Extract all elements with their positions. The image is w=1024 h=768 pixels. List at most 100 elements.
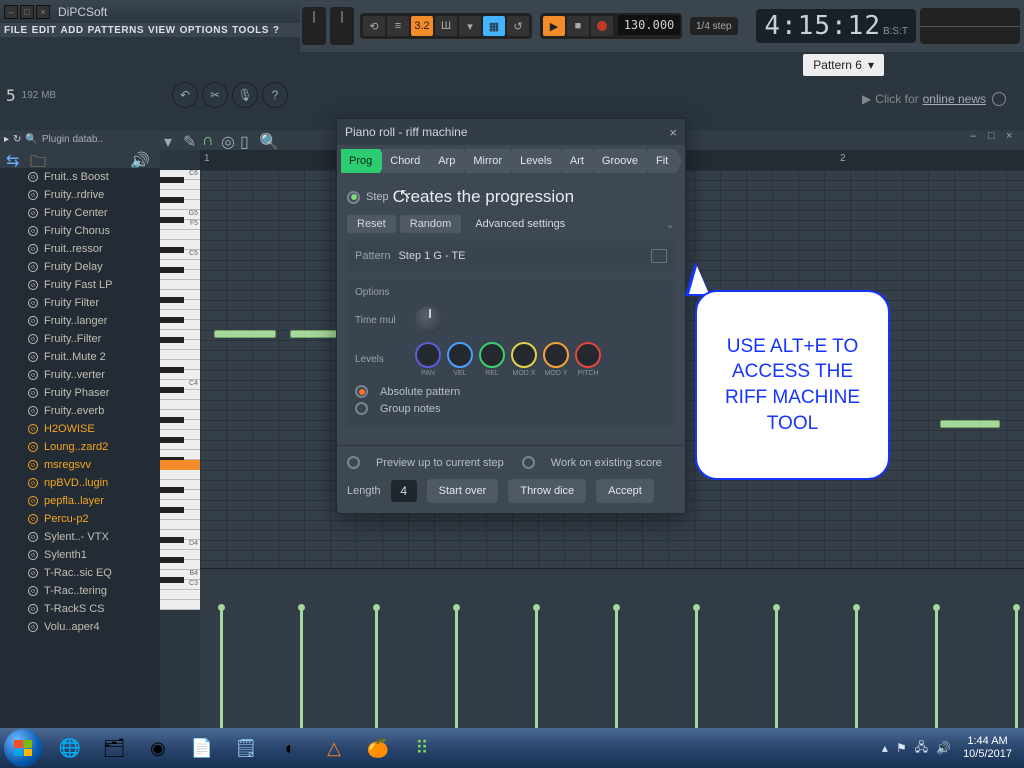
level-knob-rel[interactable]: REL: [479, 342, 505, 377]
proll-tool-stamp[interactable]: ◎: [221, 132, 237, 148]
pat-button[interactable]: ⟲: [363, 16, 385, 36]
length-value[interactable]: 4: [391, 480, 417, 502]
piano-key[interactable]: [160, 370, 200, 380]
velocity-bar[interactable]: [935, 608, 938, 728]
step-button[interactable]: ▦: [483, 16, 505, 36]
note[interactable]: [940, 420, 1000, 428]
proll-maximize[interactable]: □: [988, 130, 1002, 144]
tab-arp[interactable]: Arp: [430, 149, 463, 173]
dialog-close-button[interactable]: ×: [669, 125, 677, 140]
tempo-display[interactable]: 130.000: [618, 15, 680, 35]
browser-item[interactable]: Fruit..Mute 2: [0, 348, 160, 366]
preview-radio[interactable]: [347, 456, 360, 469]
start-button[interactable]: [4, 729, 42, 767]
taskbar-torrent[interactable]: ◐: [270, 733, 310, 763]
random-button[interactable]: Random: [400, 215, 462, 233]
piano-key[interactable]: [160, 510, 200, 520]
proll-tool-select[interactable]: ▯: [240, 132, 256, 148]
piano-key[interactable]: D4: [160, 540, 200, 550]
browser-item[interactable]: pepfla..layer: [0, 492, 160, 510]
piano-key[interactable]: [160, 490, 200, 500]
taskbar-vlc[interactable]: △: [314, 733, 354, 763]
cut-button[interactable]: ✂: [202, 82, 228, 108]
tab-art[interactable]: Art: [562, 149, 592, 173]
taskbar-chrome[interactable]: ◉: [138, 733, 178, 763]
reset-button[interactable]: Reset: [347, 215, 396, 233]
countdown-button[interactable]: Ш: [435, 16, 457, 36]
level-knob-pitch[interactable]: PITCH: [575, 342, 601, 377]
browser-item[interactable]: Fruity Phaser: [0, 384, 160, 402]
velocity-lane[interactable]: [200, 568, 1024, 728]
tab-groove[interactable]: Groove: [594, 149, 646, 173]
help-button[interactable]: ?: [262, 82, 288, 108]
advanced-link[interactable]: Advanced settings: [465, 215, 575, 233]
browser-item[interactable]: Fruity..verter: [0, 366, 160, 384]
piano-key[interactable]: [160, 280, 200, 290]
browser-item[interactable]: Fruity Chorus: [0, 222, 160, 240]
taskbar-pdf[interactable]: 📄: [182, 733, 222, 763]
browser-item[interactable]: Fruity Filter: [0, 294, 160, 312]
browser-item[interactable]: Fruity..rdrive: [0, 186, 160, 204]
piano-key[interactable]: [160, 440, 200, 450]
work-radio[interactable]: [522, 456, 535, 469]
tray-volume-icon[interactable]: 🔊: [936, 741, 951, 755]
browser-item[interactable]: Fruity..langer: [0, 312, 160, 330]
browser-item[interactable]: Volu..aper4: [0, 618, 160, 636]
tray-network-icon[interactable]: 🖧: [915, 738, 928, 759]
time-mul-knob[interactable]: [415, 306, 443, 334]
loop-button[interactable]: ↺: [507, 16, 529, 36]
mic-button[interactable]: 🎙: [232, 82, 258, 108]
piano-key[interactable]: [160, 350, 200, 360]
news-bar[interactable]: ▶ Click for online news: [852, 88, 1016, 110]
menu-edit[interactable]: EDIT: [32, 25, 57, 36]
start-over-button[interactable]: Start over: [427, 479, 499, 503]
minimize-button[interactable]: –: [4, 5, 18, 19]
tray-up-icon[interactable]: ▴: [882, 741, 888, 755]
velocity-bar[interactable]: [535, 608, 538, 728]
piano-key[interactable]: [160, 300, 200, 310]
browser-item[interactable]: Fruity Center: [0, 204, 160, 222]
maximize-button[interactable]: □: [20, 5, 34, 19]
browser-item[interactable]: Fruity..everb: [0, 402, 160, 420]
velocity-bar[interactable]: [300, 608, 303, 728]
piano-key[interactable]: [160, 520, 200, 530]
news-link[interactable]: online news: [923, 92, 986, 106]
time-counter[interactable]: 4:15 :12 B:S:T: [756, 9, 916, 43]
taskbar-notes[interactable]: 🗒: [226, 733, 266, 763]
piano-key[interactable]: F5: [160, 220, 200, 230]
piano-key[interactable]: [160, 200, 200, 210]
proll-tool-zoom[interactable]: 🔍: [259, 132, 275, 148]
group-radio[interactable]: [355, 402, 368, 415]
tab-levels[interactable]: Levels: [512, 149, 560, 173]
piano-key[interactable]: [160, 400, 200, 410]
piano-key[interactable]: [160, 320, 200, 330]
play-button[interactable]: ▶: [543, 16, 565, 36]
refresh-icon[interactable]: ↻: [13, 134, 21, 145]
tab-prog[interactable]: Prog: [341, 149, 380, 173]
browser-item[interactable]: Loung..zard2: [0, 438, 160, 456]
velocity-bar[interactable]: [1015, 608, 1018, 728]
metronome-button[interactable]: 3.2: [411, 16, 433, 36]
taskbar-explorer[interactable]: 🗂: [94, 733, 134, 763]
proll-menu-icon[interactable]: ▾: [164, 132, 180, 148]
tab-fit[interactable]: Fit: [648, 149, 676, 173]
piano-key[interactable]: [160, 180, 200, 190]
proll-close[interactable]: ×: [1006, 130, 1020, 144]
piano-keys[interactable]: C6G5F5C5C4D4B4C3: [160, 170, 200, 568]
step-radio[interactable]: [347, 191, 360, 204]
piano-key[interactable]: [160, 420, 200, 430]
velocity-bar[interactable]: [855, 608, 858, 728]
browser-tab-folder[interactable]: 🗀: [30, 151, 48, 165]
piano-key[interactable]: [160, 230, 200, 240]
level-knob-pan[interactable]: PAN: [415, 342, 441, 377]
pattern-value[interactable]: Step 1 G - TE: [398, 250, 465, 262]
collapse-icon[interactable]: ⌄: [666, 218, 675, 231]
browser-list[interactable]: Fruit..s BoostFruity..rdriveFruity Cente…: [0, 168, 160, 728]
clock[interactable]: 1:44 AM 10/5/2017: [963, 735, 1012, 761]
throw-dice-button[interactable]: Throw dice: [508, 479, 586, 503]
pattern-browse-button[interactable]: [651, 249, 667, 263]
browser-item[interactable]: T-Rac..tering: [0, 582, 160, 600]
piano-key[interactable]: [160, 390, 200, 400]
browser-item[interactable]: Fruity Fast LP: [0, 276, 160, 294]
accept-button[interactable]: Accept: [596, 479, 654, 503]
